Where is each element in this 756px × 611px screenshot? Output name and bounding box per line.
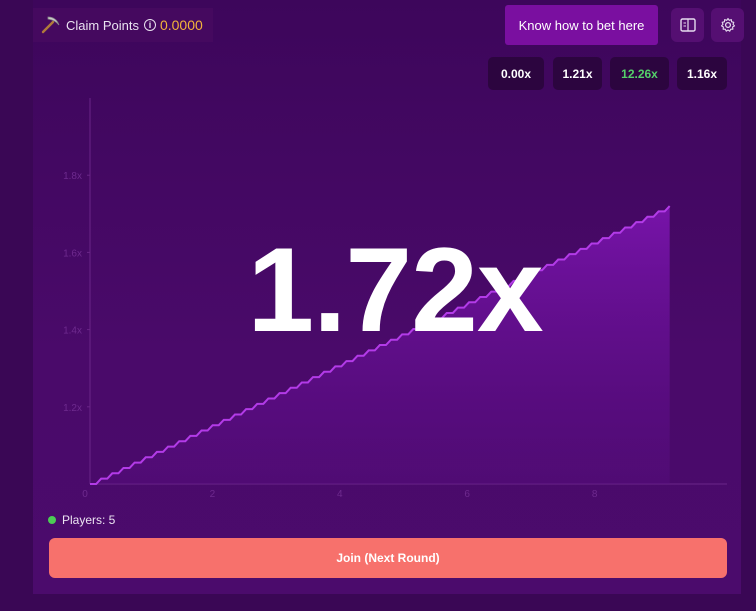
points-value: 0.0000 xyxy=(159,17,203,33)
current-multiplier: 1.72x xyxy=(247,223,543,357)
rules-button[interactable] xyxy=(671,8,704,42)
gear-icon xyxy=(720,17,735,32)
y-tick-label: 1.2x xyxy=(63,403,82,414)
history-chip: 0.00x xyxy=(488,57,544,90)
join-next-round-button[interactable]: Join (Next Round) xyxy=(49,538,727,578)
online-dot-icon xyxy=(48,516,56,524)
settings-button[interactable] xyxy=(711,8,744,42)
x-tick-label: 0 xyxy=(82,489,88,500)
claim-points-label: Claim Points xyxy=(66,17,139,33)
players-count: Players: 5 xyxy=(48,513,115,527)
info-icon[interactable]: i xyxy=(143,19,156,31)
x-tick-label: 2 xyxy=(210,489,216,500)
history-chip: 1.21x xyxy=(553,57,602,90)
book-icon xyxy=(679,18,696,32)
history-chip: 1.16x xyxy=(677,57,727,90)
x-tick-label: 4 xyxy=(337,489,343,500)
players-label: Players: 5 xyxy=(62,513,116,527)
y-tick-label: 1.4x xyxy=(63,326,82,337)
y-tick-label: 1.8x xyxy=(63,171,82,182)
claim-points[interactable]: Claim Points i 0.0000 xyxy=(33,8,213,42)
x-tick-label: 6 xyxy=(464,489,470,500)
know-how-to-bet-button[interactable]: Know how to bet here xyxy=(505,5,658,45)
y-tick-label: 1.6x xyxy=(63,248,82,259)
x-tick-label: 8 xyxy=(592,489,598,500)
history-chip: 12.26x xyxy=(610,57,669,90)
pickaxe-icon xyxy=(41,16,60,34)
